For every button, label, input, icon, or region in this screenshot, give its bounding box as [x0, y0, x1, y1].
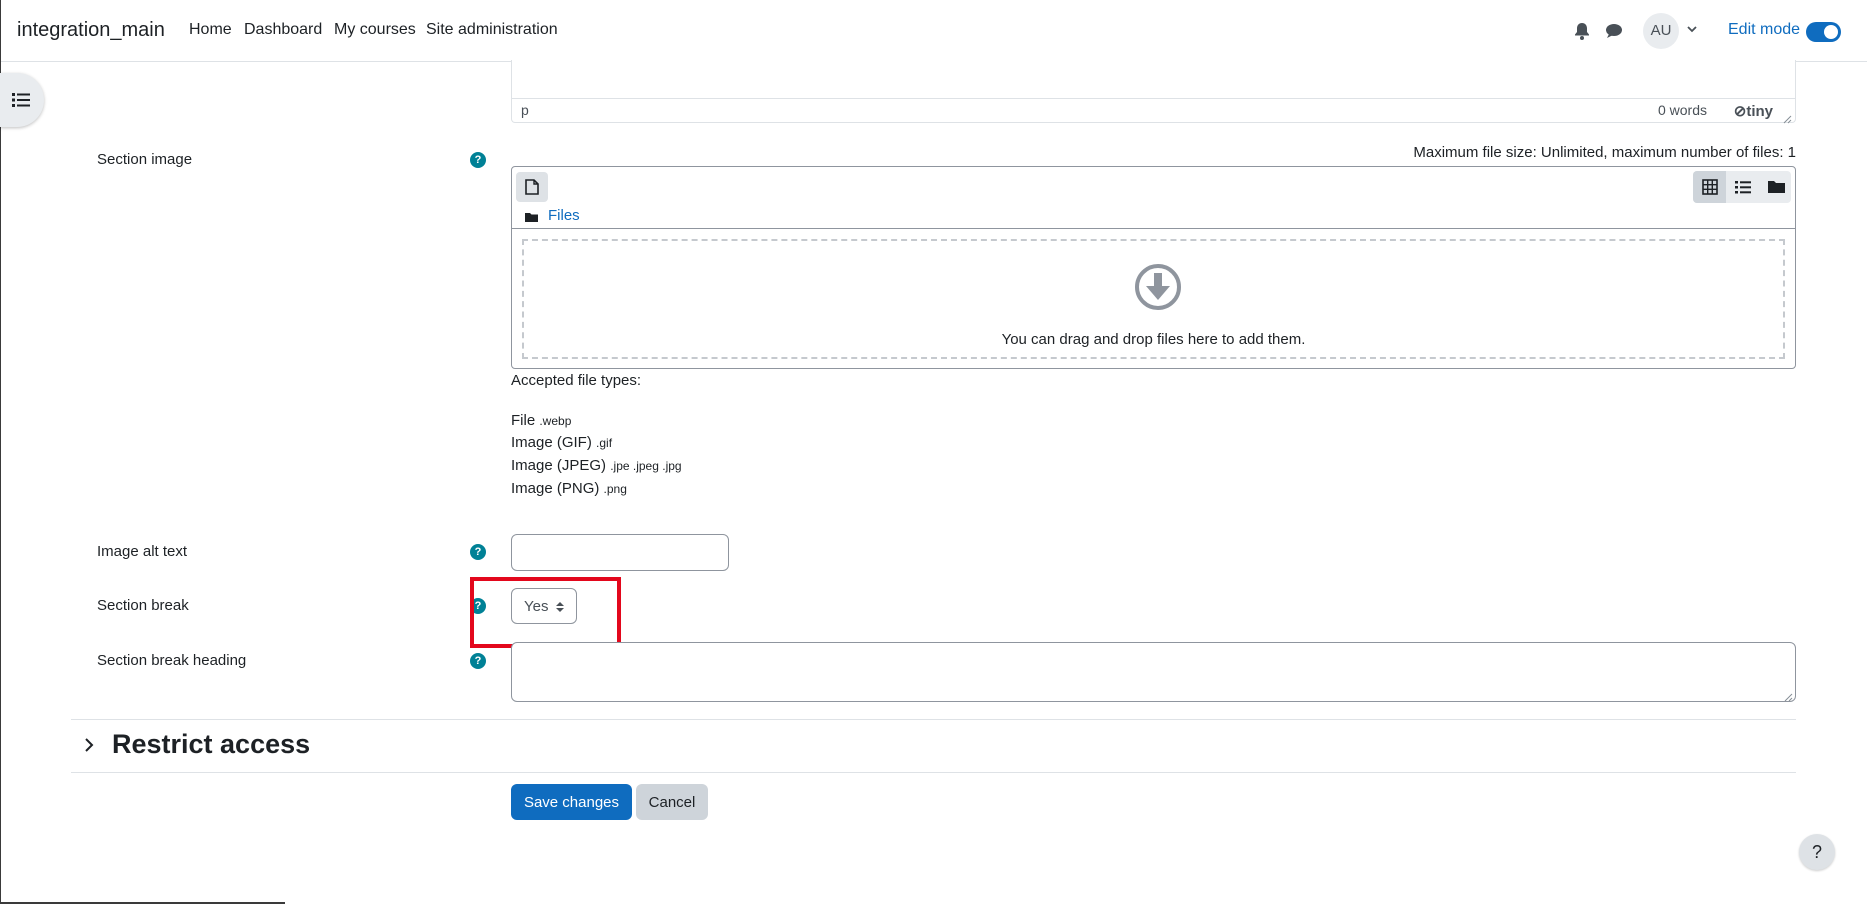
section-break-heading-textarea[interactable]: [511, 642, 1796, 702]
tiny-logo-text: tiny: [1746, 103, 1773, 120]
file-type-name: File: [511, 412, 536, 429]
download-arrow-icon: [1134, 263, 1182, 316]
editor-element-path[interactable]: p: [521, 102, 529, 118]
help-icon[interactable]: ?: [470, 653, 486, 669]
divider: [71, 772, 1796, 773]
file-type-name: Image (JPEG): [511, 457, 607, 474]
image-alt-text-label: Image alt text: [97, 543, 188, 560]
highlight-box: [470, 577, 621, 648]
restrict-access-heading[interactable]: Restrict access: [112, 729, 310, 760]
section-image-label: Section image: [97, 151, 193, 168]
accepted-file-types-title: Accepted file types:: [511, 372, 642, 389]
breadcrumb-files-link[interactable]: Files: [548, 207, 580, 224]
divider: [71, 719, 1796, 720]
course-index-toggle[interactable]: [0, 73, 44, 127]
edit-mode-toggle[interactable]: [1806, 22, 1841, 42]
list-icon: [12, 93, 30, 107]
tree-view-folder-icon[interactable]: [1759, 171, 1792, 203]
help-icon[interactable]: ?: [470, 152, 486, 168]
max-file-info: Maximum file size: Unlimited, maximum nu…: [1413, 144, 1796, 161]
resize-handle-icon[interactable]: [1783, 689, 1793, 702]
file-type-item: Image (JPEG) .jpe .jpeg .jpg: [511, 457, 682, 474]
grid-view-icon[interactable]: [1693, 171, 1726, 203]
help-icon[interactable]: ?: [470, 544, 486, 560]
section-break-label: Section break: [97, 597, 189, 614]
file-dropzone[interactable]: You can drag and drop files here to add …: [522, 239, 1785, 359]
help-footer-button[interactable]: ?: [1799, 834, 1835, 870]
file-type-ext: .jpe .jpeg .jpg: [610, 459, 682, 473]
folder-icon: [525, 210, 538, 228]
image-alt-text-input[interactable]: [511, 534, 729, 571]
divider: [512, 228, 1795, 229]
tiny-logo[interactable]: ⊘tiny: [1734, 102, 1773, 120]
chevron-right-icon[interactable]: [84, 737, 94, 758]
file-type-ext: .gif: [596, 436, 613, 450]
nav-home[interactable]: Home: [189, 21, 232, 39]
view-switcher: [1693, 171, 1791, 203]
file-type-ext: .webp: [539, 414, 572, 428]
messages-icon[interactable]: [1603, 20, 1625, 42]
top-navbar: integration_main Home Dashboard My cours…: [1, 0, 1867, 62]
file-type-item: Image (GIF) .gif: [511, 434, 612, 451]
file-type-item: Image (PNG) .png: [511, 480, 627, 497]
file-type-name: Image (GIF): [511, 434, 592, 451]
user-avatar[interactable]: AU: [1643, 13, 1679, 49]
list-view-icon[interactable]: [1726, 171, 1759, 203]
edit-mode-label: Edit mode: [1728, 21, 1801, 38]
file-type-name: Image (PNG): [511, 480, 600, 497]
bell-icon[interactable]: [1571, 20, 1593, 42]
save-changes-button[interactable]: Save changes: [511, 784, 632, 820]
nav-site-administration[interactable]: Site administration: [426, 21, 558, 39]
nav-my-courses[interactable]: My courses: [334, 21, 416, 39]
file-type-item: File .webp: [511, 412, 571, 429]
section-break-heading-label: Section break heading: [97, 652, 247, 669]
summary-editor[interactable]: p 0 words ⊘tiny: [511, 60, 1796, 124]
nav-dashboard[interactable]: Dashboard: [244, 21, 322, 39]
editor-word-count: 0 words: [1657, 102, 1707, 118]
window-frame-left: [0, 0, 1, 904]
chevron-down-icon[interactable]: [1685, 22, 1699, 36]
site-brand[interactable]: integration_main: [17, 19, 165, 42]
dropzone-text: You can drag and drop files here to add …: [1001, 331, 1306, 348]
add-file-button[interactable]: [516, 172, 548, 202]
file-manager: Files You can drag and drop files here t…: [511, 166, 1796, 369]
resize-handle-icon[interactable]: [1782, 111, 1792, 124]
editor-statusbar: p 0 words ⊘tiny: [512, 98, 1795, 124]
cancel-button[interactable]: Cancel: [636, 784, 708, 820]
toggle-knob: [1824, 25, 1838, 39]
file-icon: [525, 179, 539, 195]
file-type-ext: .png: [603, 482, 627, 496]
